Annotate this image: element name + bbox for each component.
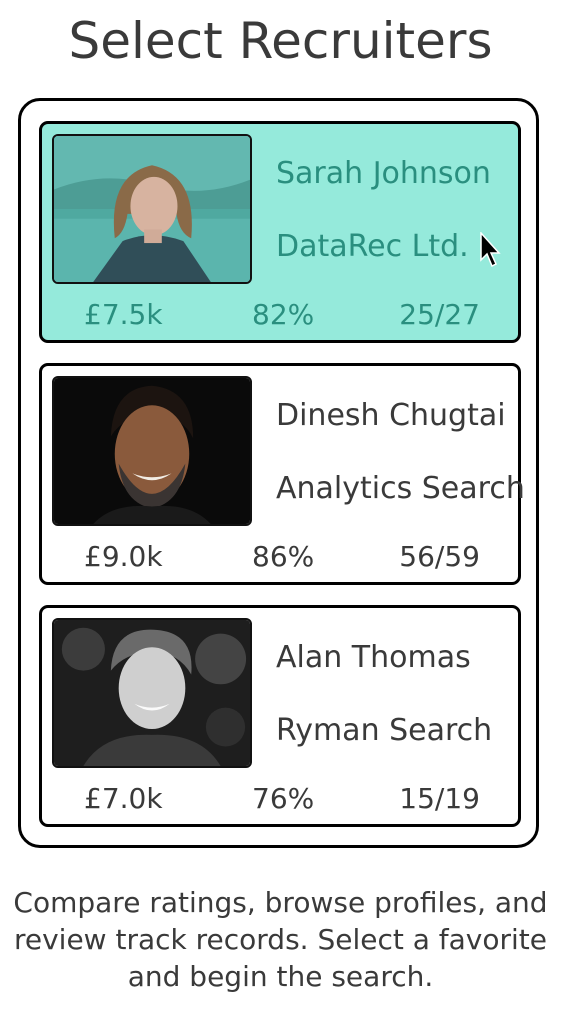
recruiter-photo (52, 376, 252, 526)
recruiter-company: Analytics Search (276, 471, 525, 506)
instruction-caption: Compare ratings, browse profiles, and re… (13, 886, 548, 993)
recruiter-track-record: 56/59 (399, 540, 480, 573)
recruiter-fee: £9.0k (84, 540, 163, 573)
recruiter-name: Alan Thomas (276, 640, 471, 675)
recruiter-rating: 82% (252, 298, 315, 331)
page-title: Select Recruiters (68, 12, 493, 70)
recruiter-card-alan-thomas[interactable]: Alan Thomas Ryman Search £7.0k 76% 15/19 (39, 605, 521, 827)
recruiter-rating: 86% (252, 540, 315, 573)
recruiter-photo (52, 618, 252, 768)
recruiter-company: DataRec Ltd. (276, 229, 469, 264)
recruiter-fee: £7.5k (84, 298, 163, 331)
recruiter-fee: £7.0k (84, 782, 163, 815)
recruiter-track-record: 25/27 (399, 298, 480, 331)
mouse-pointer-icon (480, 232, 501, 268)
recruiter-rating: 76% (252, 782, 315, 815)
recruiter-name: Sarah Johnson (276, 156, 491, 191)
recruiter-photo (52, 134, 252, 284)
recruiter-track-record: 15/19 (399, 782, 480, 815)
recruiter-company: Ryman Search (276, 713, 493, 748)
recruiter-name: Dinesh Chugtai (276, 398, 506, 433)
recruiter-card-dinesh-chugtai[interactable]: Dinesh Chugtai Analytics Search £9.0k 86… (39, 363, 525, 585)
recruiter-card-sarah-johnson[interactable]: Sarah Johnson DataRec Ltd. £7.5k 82% 25/… (39, 121, 521, 343)
